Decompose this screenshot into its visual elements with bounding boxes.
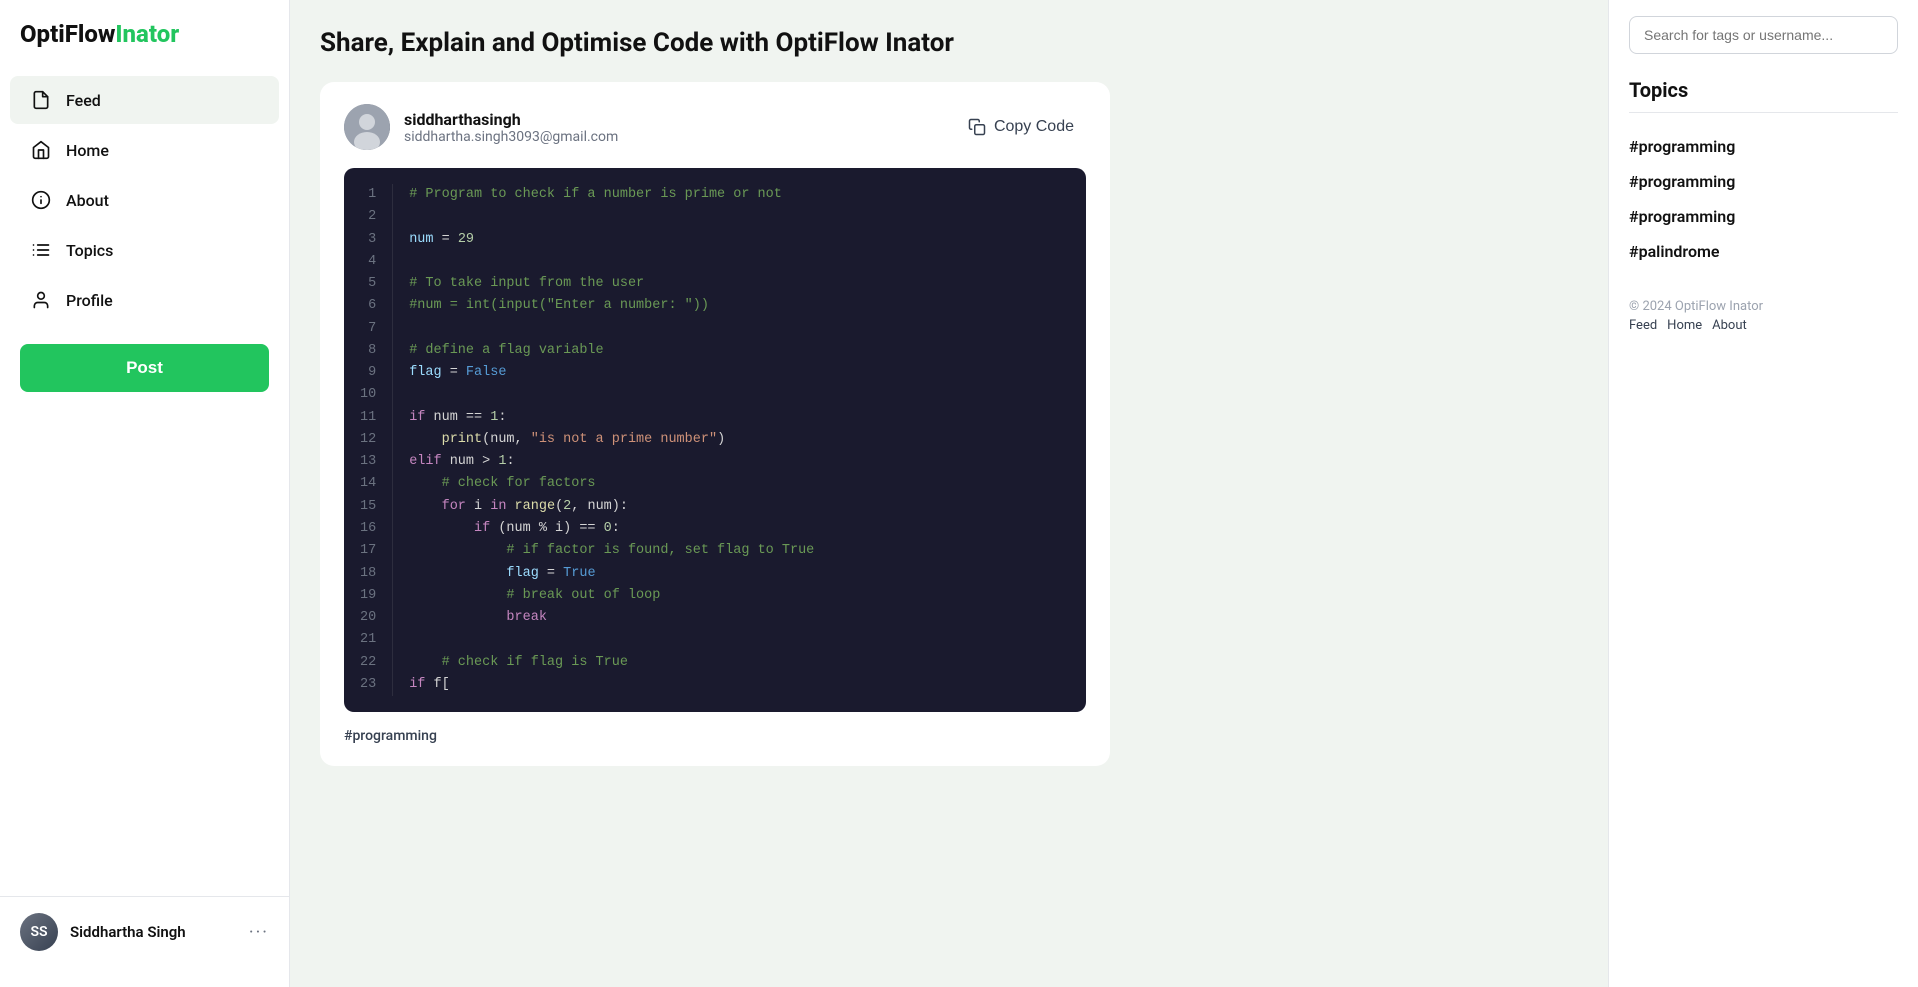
- right-sidebar: Topics #programming #programming #progra…: [1608, 0, 1918, 987]
- topic-item[interactable]: #programming: [1629, 129, 1898, 164]
- post-header: siddharthasingh siddhartha.singh3093@gma…: [344, 104, 1086, 150]
- topic-item[interactable]: #programming: [1629, 199, 1898, 234]
- sidebar-item-label-feed: Feed: [66, 91, 101, 110]
- sidebar-item-about[interactable]: About: [10, 176, 279, 224]
- more-options-button[interactable]: ···: [249, 922, 269, 943]
- sidebar-item-home[interactable]: Home: [10, 126, 279, 174]
- right-footer: © 2024 OptiFlow Inator Feed Home About: [1629, 299, 1898, 333]
- footer-link-home[interactable]: Home: [1667, 318, 1702, 333]
- post-email: siddhartha.singh3093@gmail.com: [404, 129, 618, 145]
- avatar: SS: [20, 913, 58, 951]
- code-block: 12345 678910 1112131415 1617181920 21222…: [344, 168, 1086, 712]
- post-username: siddharthasingh: [404, 110, 618, 129]
- topics-list: #programming #programming #programming #…: [1629, 129, 1898, 269]
- main-content: Share, Explain and Optimise Code with Op…: [290, 0, 1608, 987]
- sidebar-user-name: Siddhartha Singh: [70, 923, 237, 941]
- logo-optiflow: OptiFlow: [20, 20, 115, 48]
- user-icon: [30, 289, 52, 311]
- logo-inator: Inator: [115, 20, 179, 48]
- sidebar-item-label-home: Home: [66, 141, 109, 160]
- post-tags: #programming: [344, 728, 1086, 744]
- info-icon: [30, 189, 52, 211]
- home-icon: [30, 139, 52, 161]
- post-button[interactable]: Post: [20, 344, 269, 392]
- list-icon: [30, 239, 52, 261]
- nav: Feed Home About: [0, 76, 289, 326]
- post-author-avatar: [344, 104, 390, 150]
- topic-item[interactable]: #programming: [1629, 164, 1898, 199]
- sidebar-item-label-topics: Topics: [66, 241, 113, 260]
- copy-icon: [968, 118, 986, 136]
- topic-item[interactable]: #palindrome: [1629, 234, 1898, 269]
- sidebar-item-topics[interactable]: Topics: [10, 226, 279, 274]
- sidebar-footer: SS Siddhartha Singh ···: [0, 896, 289, 967]
- search-input[interactable]: [1629, 16, 1898, 54]
- logo: OptiFlowInator: [0, 20, 289, 76]
- post-tag[interactable]: #programming: [344, 728, 437, 744]
- footer-link-about[interactable]: About: [1712, 318, 1747, 333]
- post-user-info: siddharthasingh siddhartha.singh3093@gma…: [404, 110, 618, 145]
- footer-copyright: © 2024 OptiFlow Inator: [1629, 299, 1763, 314]
- post-card: siddharthasingh siddhartha.singh3093@gma…: [320, 82, 1110, 766]
- copy-code-button[interactable]: Copy Code: [956, 110, 1086, 144]
- copy-code-label: Copy Code: [994, 118, 1074, 136]
- sidebar-item-label-about: About: [66, 191, 109, 210]
- footer-links: Feed Home About: [1629, 318, 1898, 333]
- code-lines: # Program to check if a number is prime …: [409, 184, 1086, 696]
- topics-title: Topics: [1629, 78, 1898, 113]
- line-numbers: 12345 678910 1112131415 1617181920 21222…: [344, 184, 393, 696]
- file-icon: [30, 89, 52, 111]
- footer-link-feed[interactable]: Feed: [1629, 318, 1657, 333]
- sidebar-item-label-profile: Profile: [66, 291, 113, 310]
- sidebar: OptiFlowInator Feed Home: [0, 0, 290, 987]
- page-title: Share, Explain and Optimise Code with Op…: [320, 28, 1578, 58]
- code-content: 12345 678910 1112131415 1617181920 21222…: [344, 168, 1086, 712]
- sidebar-item-profile[interactable]: Profile: [10, 276, 279, 324]
- sidebar-item-feed[interactable]: Feed: [10, 76, 279, 124]
